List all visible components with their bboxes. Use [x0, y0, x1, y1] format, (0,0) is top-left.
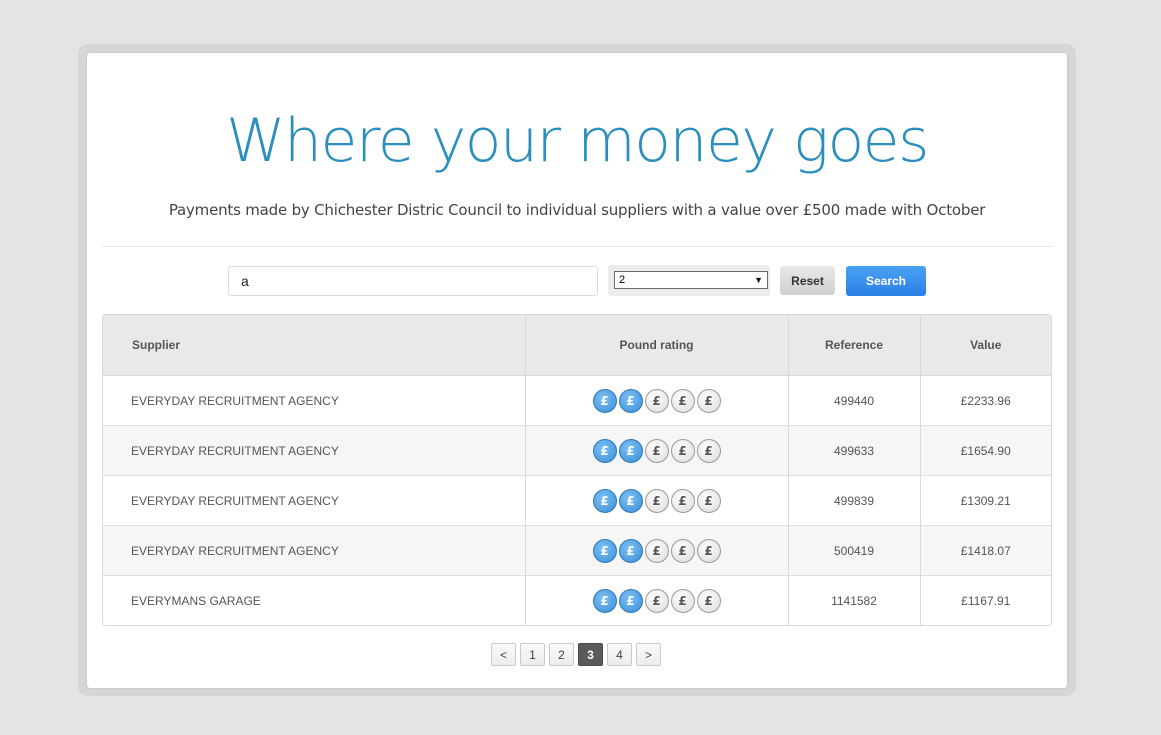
- supplier-cell: EVERYMANS GARAGE: [103, 575, 526, 625]
- rating-select-wrapper: 2 ▼: [608, 265, 770, 296]
- payments-table: Supplier Pound rating Reference Value EV…: [102, 314, 1052, 626]
- page-button[interactable]: 1: [520, 643, 545, 666]
- prev-page-button[interactable]: <: [491, 643, 516, 666]
- pound-coin-empty-icon: £: [696, 488, 721, 513]
- page-button[interactable]: 4: [607, 643, 632, 666]
- dropdown-arrow-icon: ▼: [754, 275, 763, 285]
- table-body: EVERYDAY RECRUITMENT AGENCY £ £ £ £ £ 499440…: [103, 375, 1051, 625]
- pound-rating: £ £ £ £ £: [592, 488, 721, 513]
- value-cell: £2233.96: [920, 375, 1051, 426]
- header-divider: [102, 246, 1052, 247]
- pound-coin-empty-icon: £: [670, 538, 695, 563]
- pound-coin-filled-icon: £: [592, 388, 617, 413]
- table-row[interactable]: EVERYMANS GARAGE £ £ £ £ £ 1141582 £1167.91: [103, 575, 1051, 625]
- pound-coin-filled-icon: £: [592, 438, 617, 463]
- pagination: < 1 2 3 4 >: [491, 643, 661, 666]
- pound-coin-filled-icon: £: [592, 588, 617, 613]
- pound-coin-filled-icon: £: [618, 488, 643, 513]
- pound-rating-cell: £ £ £ £ £: [525, 525, 789, 576]
- page-title: Where your money goes: [226, 106, 929, 176]
- supplier-cell: EVERYDAY RECRUITMENT AGENCY: [103, 375, 526, 426]
- reset-button[interactable]: Reset: [780, 266, 835, 295]
- pound-coin-empty-icon: £: [644, 588, 669, 613]
- supplier-cell: EVERYDAY RECRUITMENT AGENCY: [103, 475, 526, 526]
- reference-cell: 499839: [788, 475, 921, 526]
- table-row[interactable]: EVERYDAY RECRUITMENT AGENCY £ £ £ £ £ 499440…: [103, 375, 1051, 426]
- pound-coin-filled-icon: £: [618, 388, 643, 413]
- table-row[interactable]: EVERYDAY RECRUITMENT AGENCY £ £ £ £ £ 499633…: [103, 425, 1051, 476]
- pound-coin-empty-icon: £: [696, 588, 721, 613]
- reference-cell: 500419: [788, 525, 921, 576]
- pound-rating: £ £ £ £ £: [592, 388, 721, 413]
- supplier-cell: EVERYDAY RECRUITMENT AGENCY: [103, 525, 526, 576]
- table-row[interactable]: EVERYDAY RECRUITMENT AGENCY £ £ £ £ £ 499839…: [103, 475, 1051, 526]
- table-header-row: Supplier Pound rating Reference Value: [103, 315, 1051, 376]
- next-page-button[interactable]: >: [636, 643, 661, 666]
- pound-rating: £ £ £ £ £: [592, 438, 721, 463]
- page-button[interactable]: 2: [549, 643, 574, 666]
- pound-coin-empty-icon: £: [670, 438, 695, 463]
- column-header-pound-rating[interactable]: Pound rating: [525, 315, 789, 376]
- pound-coin-filled-icon: £: [618, 438, 643, 463]
- pound-coin-empty-icon: £: [696, 538, 721, 563]
- pound-coin-empty-icon: £: [644, 388, 669, 413]
- value-cell: £1654.90: [920, 425, 1051, 476]
- pound-coin-empty-icon: £: [670, 488, 695, 513]
- table-row[interactable]: EVERYDAY RECRUITMENT AGENCY £ £ £ £ £ 500419…: [103, 525, 1051, 576]
- pound-coin-empty-icon: £: [696, 388, 721, 413]
- pound-coin-empty-icon: £: [670, 388, 695, 413]
- pound-coin-empty-icon: £: [670, 588, 695, 613]
- value-cell: £1309.21: [920, 475, 1051, 526]
- column-header-value[interactable]: Value: [920, 315, 1051, 376]
- pound-coin-empty-icon: £: [644, 538, 669, 563]
- pound-rating: £ £ £ £ £: [592, 538, 721, 563]
- main-card: Where your money goes Payments made by C…: [87, 53, 1067, 688]
- pound-coin-filled-icon: £: [618, 538, 643, 563]
- column-header-supplier[interactable]: Supplier: [103, 315, 526, 376]
- supplier-cell: EVERYDAY RECRUITMENT AGENCY: [103, 425, 526, 476]
- rating-select-value: 2: [619, 274, 626, 286]
- value-cell: £1167.91: [961, 593, 1011, 608]
- pound-rating: £ £ £ £ £: [592, 588, 721, 613]
- search-button[interactable]: Search: [846, 266, 926, 296]
- pound-coin-filled-icon: £: [592, 488, 617, 513]
- pound-rating-cell: £ £ £ £ £: [525, 375, 789, 426]
- column-header-reference[interactable]: Reference: [788, 315, 921, 376]
- pound-coin-empty-icon: £: [644, 488, 669, 513]
- pound-rating-cell: £ £ £ £ £: [525, 475, 789, 526]
- page-subtitle: Payments made by Chichester Distric Coun…: [168, 201, 986, 219]
- pound-coin-empty-icon: £: [644, 438, 669, 463]
- rating-select[interactable]: 2 ▼: [614, 271, 768, 289]
- reference-cell: 499440: [788, 375, 921, 426]
- reference-cell: 1141582: [788, 575, 921, 625]
- pound-rating-cell: £ £ £ £ £: [525, 425, 789, 476]
- value-cell: £1418.07: [920, 525, 1051, 576]
- page-button-current[interactable]: 3: [578, 643, 603, 666]
- pound-rating-cell: £ £ £ £ £: [525, 575, 789, 625]
- pound-coin-filled-icon: £: [592, 538, 617, 563]
- reference-cell: 499633: [788, 425, 921, 476]
- pound-coin-filled-icon: £: [618, 588, 643, 613]
- search-input[interactable]: [228, 266, 598, 296]
- pound-coin-empty-icon: £: [696, 438, 721, 463]
